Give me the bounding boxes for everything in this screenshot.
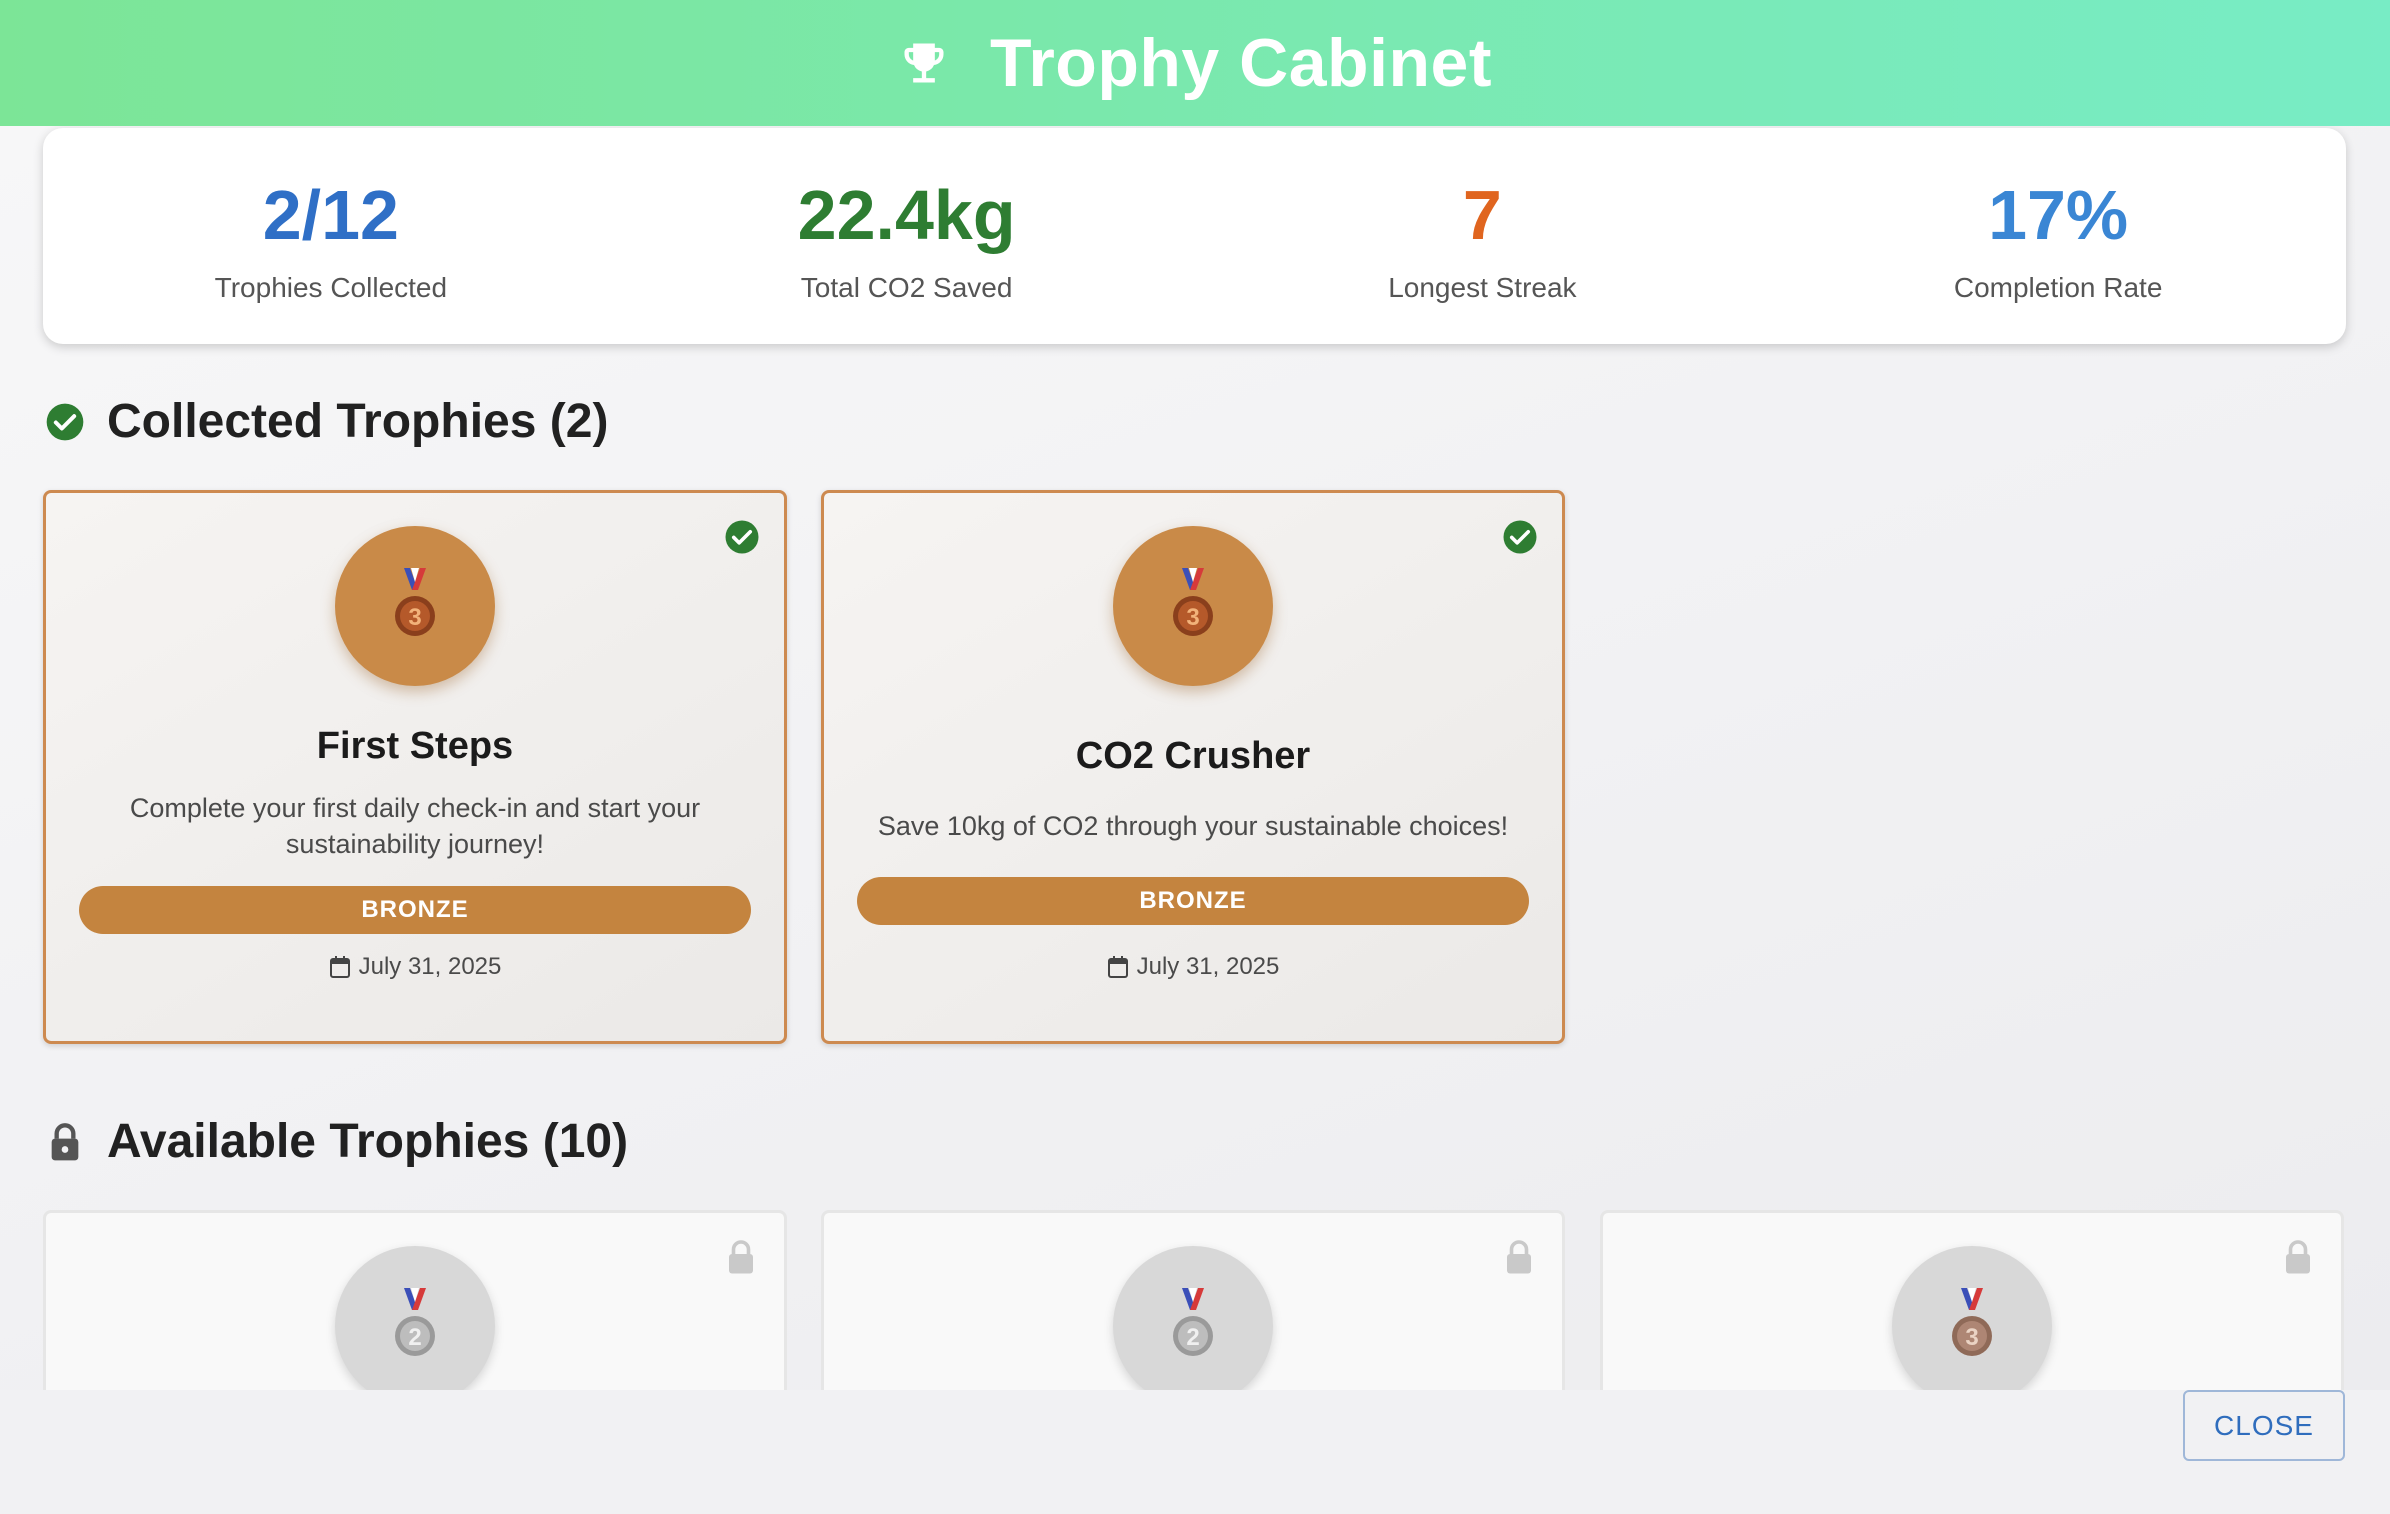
trophy-icon bbox=[904, 43, 944, 83]
bronze-medal-icon: 3 bbox=[1952, 1288, 1992, 1356]
stat-co2-saved: 22.4kg Total CO2 Saved bbox=[619, 128, 1195, 344]
bronze-medal-icon: 3 bbox=[1173, 568, 1213, 636]
svg-text:2: 2 bbox=[408, 1324, 421, 1351]
medal-badge: 3 bbox=[335, 526, 495, 686]
medal-badge: 3 bbox=[1113, 526, 1273, 686]
silver-medal-icon: 2 bbox=[395, 1288, 435, 1356]
locked-trophy-card[interactable]: 3 bbox=[1600, 1210, 2344, 1390]
lock-icon bbox=[1507, 1240, 1531, 1274]
trophy-description: Complete your first daily check-in and s… bbox=[129, 793, 701, 859]
stat-longest-streak: 7 Longest Streak bbox=[1195, 128, 1771, 344]
dialog-title: Trophy Cabinet bbox=[990, 25, 1492, 101]
trophy-title: First Steps bbox=[316, 725, 514, 767]
medal-badge: 2 bbox=[1113, 1246, 1273, 1390]
trophy-card-first-steps[interactable]: 3 First Steps Complete your first daily … bbox=[43, 490, 787, 1044]
svg-text:2: 2 bbox=[1186, 1324, 1199, 1351]
stat-value: 7 bbox=[1462, 176, 1502, 254]
section-title-text: Available Trophies (10) bbox=[107, 1115, 629, 1168]
svg-text:3: 3 bbox=[1186, 604, 1199, 631]
dialog-content[interactable]: 2/12 Trophies Collected 22.4kg Total CO2… bbox=[0, 126, 2390, 1390]
trophy-title: CO2 Crusher bbox=[1075, 735, 1311, 777]
check-circle-icon bbox=[1503, 520, 1537, 554]
tier-badge: BRONZE bbox=[79, 886, 751, 934]
dialog-header: Trophy Cabinet bbox=[0, 0, 2390, 126]
trophy-date: July 31, 2025 bbox=[824, 953, 1562, 981]
section-title-text: Collected Trophies (2) bbox=[107, 395, 609, 448]
stat-trophies-collected: 2/12 Trophies Collected bbox=[43, 128, 619, 344]
stat-value: 22.4kg bbox=[797, 176, 1016, 254]
lock-icon bbox=[729, 1240, 753, 1274]
stat-value: 2/12 bbox=[262, 176, 399, 254]
lock-icon bbox=[2286, 1240, 2310, 1274]
medal-badge: 2 bbox=[335, 1246, 495, 1390]
medal-badge: 3 bbox=[1892, 1246, 2052, 1390]
stat-label: Longest Streak bbox=[1388, 272, 1577, 303]
close-button[interactable]: CLOSE bbox=[2183, 1390, 2345, 1461]
stats-panel: 2/12 Trophies Collected 22.4kg Total CO2… bbox=[43, 128, 2346, 344]
stat-label: Total CO2 Saved bbox=[800, 272, 1013, 303]
dialog-footer: CLOSE bbox=[0, 1390, 2390, 1514]
trophy-card-co2-crusher[interactable]: 3 CO2 Crusher Save 10kg of CO2 through y… bbox=[821, 490, 1565, 1044]
stat-label: Trophies Collected bbox=[214, 272, 448, 303]
bronze-medal-icon: 3 bbox=[395, 568, 435, 636]
tier-badge: BRONZE bbox=[857, 877, 1529, 925]
check-circle-icon bbox=[46, 403, 84, 440]
lock-icon bbox=[51, 1122, 79, 1160]
date-text: July 31, 2025 bbox=[1136, 953, 1280, 980]
svg-text:3: 3 bbox=[408, 604, 421, 631]
calendar-icon bbox=[329, 956, 350, 978]
date-text: July 31, 2025 bbox=[358, 953, 502, 980]
stat-label: Completion Rate bbox=[1953, 272, 2163, 303]
trophy-description: Save 10kg of CO2 through your sustainabl… bbox=[877, 811, 1509, 841]
locked-trophy-card[interactable]: 2 bbox=[43, 1210, 787, 1390]
collected-section-title: Collected Trophies (2) bbox=[45, 394, 608, 449]
check-circle-icon bbox=[725, 520, 759, 554]
stat-value: 17% bbox=[1988, 176, 2129, 254]
available-section-title: Available Trophies (10) bbox=[45, 1114, 628, 1169]
svg-text:3: 3 bbox=[1965, 1324, 1978, 1351]
calendar-icon bbox=[1107, 956, 1128, 978]
locked-trophy-card[interactable]: 2 bbox=[821, 1210, 1565, 1390]
stat-completion-rate: 17% Completion Rate bbox=[1770, 128, 2346, 344]
trophy-date: July 31, 2025 bbox=[46, 953, 784, 981]
silver-medal-icon: 2 bbox=[1173, 1288, 1213, 1356]
